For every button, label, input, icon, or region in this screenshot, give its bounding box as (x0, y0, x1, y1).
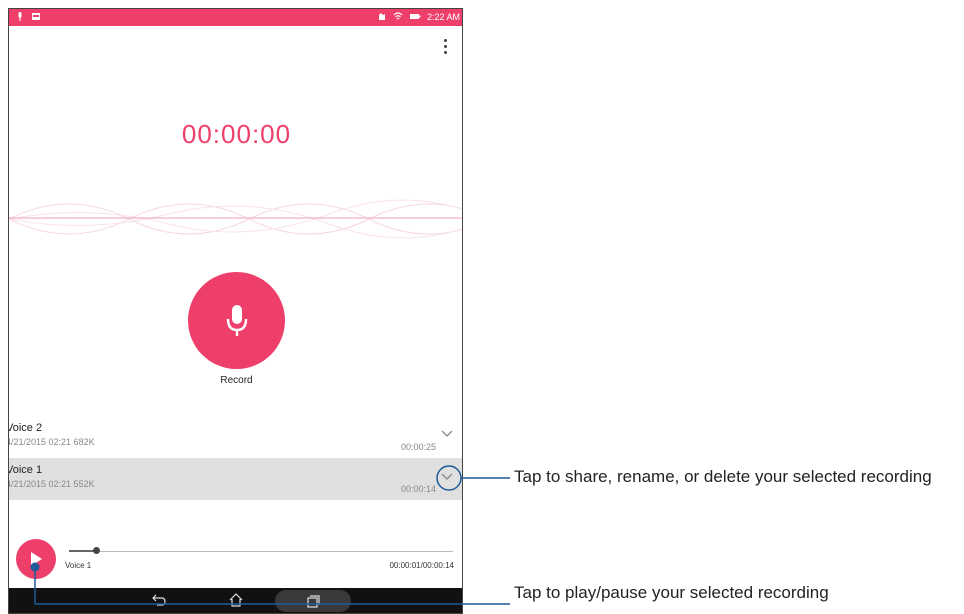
callout-lines (30, 465, 510, 605)
callout-play: Tap to play/pause your selected recordin… (514, 583, 829, 602)
callout-options: Tap to share, rename, or delete your sel… (514, 467, 932, 486)
